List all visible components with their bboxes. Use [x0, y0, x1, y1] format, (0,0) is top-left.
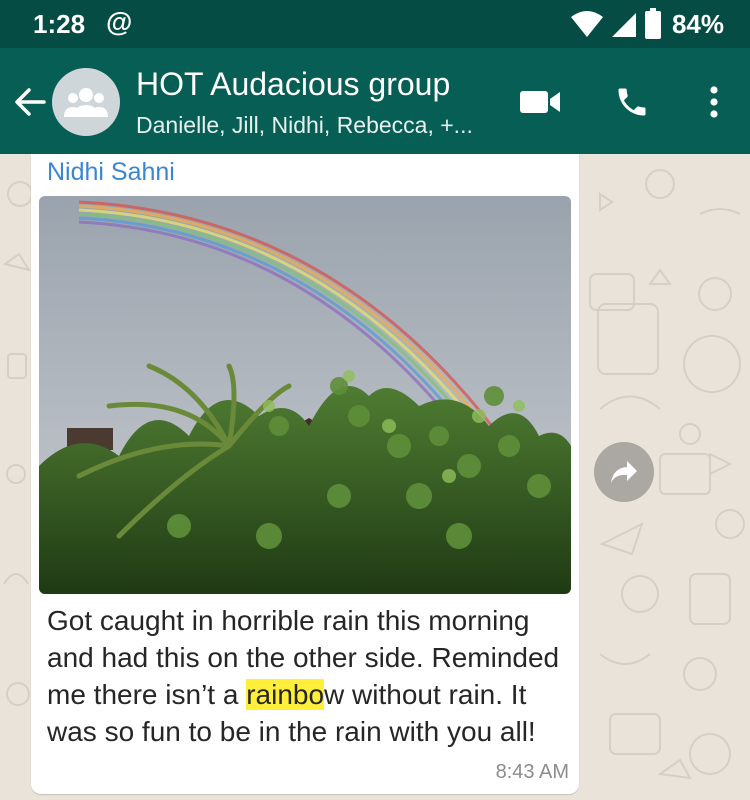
video-call-button[interactable]: [518, 82, 562, 122]
group-avatar-icon: [64, 88, 108, 117]
chat-area[interactable]: Nidhi Sahni Got caught in horrible rain …: [0, 154, 750, 800]
chat-header: HOT Audacious group Danielle, Jill, Nidh…: [0, 48, 750, 154]
at-sign-icon: @: [106, 7, 133, 37]
message-photo[interactable]: [39, 196, 571, 594]
message-text: Got caught in horrible rain this morning…: [47, 602, 567, 750]
back-button[interactable]: [10, 82, 50, 122]
battery-percent: 84%: [671, 8, 724, 39]
status-time: 1:28: [33, 9, 86, 39]
signal-icon: [611, 13, 636, 37]
sender-name[interactable]: Nidhi Sahni: [47, 158, 175, 187]
chat-title[interactable]: HOT Audacious group: [136, 66, 450, 103]
more-options-icon: [710, 86, 718, 118]
status-icons: 84%: [570, 6, 724, 42]
phone-call-icon: [618, 88, 646, 116]
message-bubble[interactable]: Nidhi Sahni Got caught in horrible rain …: [31, 154, 579, 794]
voice-call-button[interactable]: [610, 82, 654, 122]
wifi-icon: [570, 11, 603, 37]
battery-icon: [644, 8, 661, 39]
back-arrow-icon: [15, 88, 46, 116]
search-highlight: rainbo: [246, 679, 325, 710]
more-options-button[interactable]: [692, 82, 736, 122]
message-timestamp: 8:43 AM: [495, 761, 569, 783]
group-members[interactable]: Danielle, Jill, Nidhi, Rebecca, +...: [136, 112, 473, 139]
status-bar: 1:28 @ 84%: [0, 0, 750, 48]
forward-button[interactable]: [594, 442, 654, 502]
rainbow-photo-image: [39, 196, 571, 594]
video-call-icon: [520, 91, 560, 113]
forward-icon: [611, 461, 637, 483]
group-avatar[interactable]: [52, 68, 120, 136]
